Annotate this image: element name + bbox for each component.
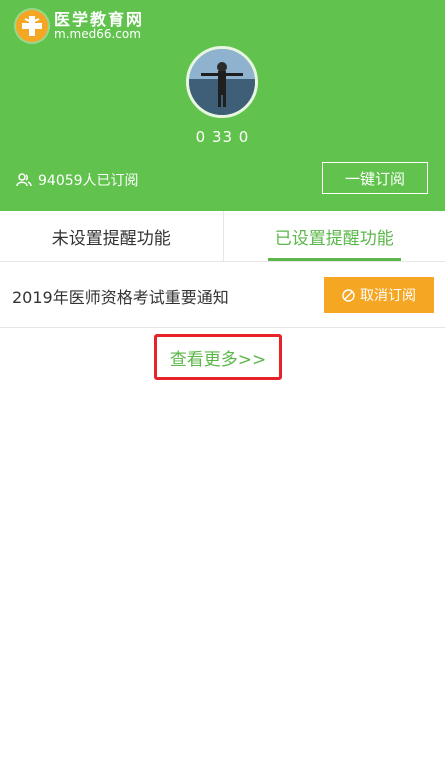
list-item[interactable]: 2019年医师资格考试重要通知 取消订阅 <box>0 262 445 328</box>
subscriber-count-text: 94059人已订阅 <box>38 173 139 189</box>
user-stats: 0 33 0 <box>195 128 250 146</box>
user-avatar[interactable] <box>186 46 258 118</box>
unsubscribe-label: 取消订阅 <box>360 288 416 304</box>
list-item-title[interactable]: 2019年医师资格考试重要通知 <box>12 284 229 308</box>
logo-cross-icon <box>16 10 48 42</box>
users-icon <box>16 173 32 187</box>
unsubscribe-button[interactable]: 取消订阅 <box>324 277 434 313</box>
cancel-icon <box>342 288 355 302</box>
tab-reminder-not-set[interactable]: 未设置提醒功能 <box>0 211 223 261</box>
logo-name: 医学教育网 <box>54 9 145 29</box>
logo-url: m.med66.com <box>54 27 141 42</box>
tab-reminder-set[interactable]: 已设置提醒功能 <box>222 211 445 261</box>
subscribe-all-button[interactable]: 一键订阅 <box>322 162 428 194</box>
profile-header: 医学教育网 m.med66.com 0 33 0 94059人已订阅 一键订阅 <box>0 0 445 211</box>
reminder-tabs: 未设置提醒功能 已设置提醒功能 <box>0 211 445 262</box>
subscriber-count: 94059人已订阅 <box>16 170 139 190</box>
view-more-link[interactable]: 查看更多>> <box>154 334 282 380</box>
site-logo[interactable]: 医学教育网 m.med66.com <box>16 10 144 42</box>
